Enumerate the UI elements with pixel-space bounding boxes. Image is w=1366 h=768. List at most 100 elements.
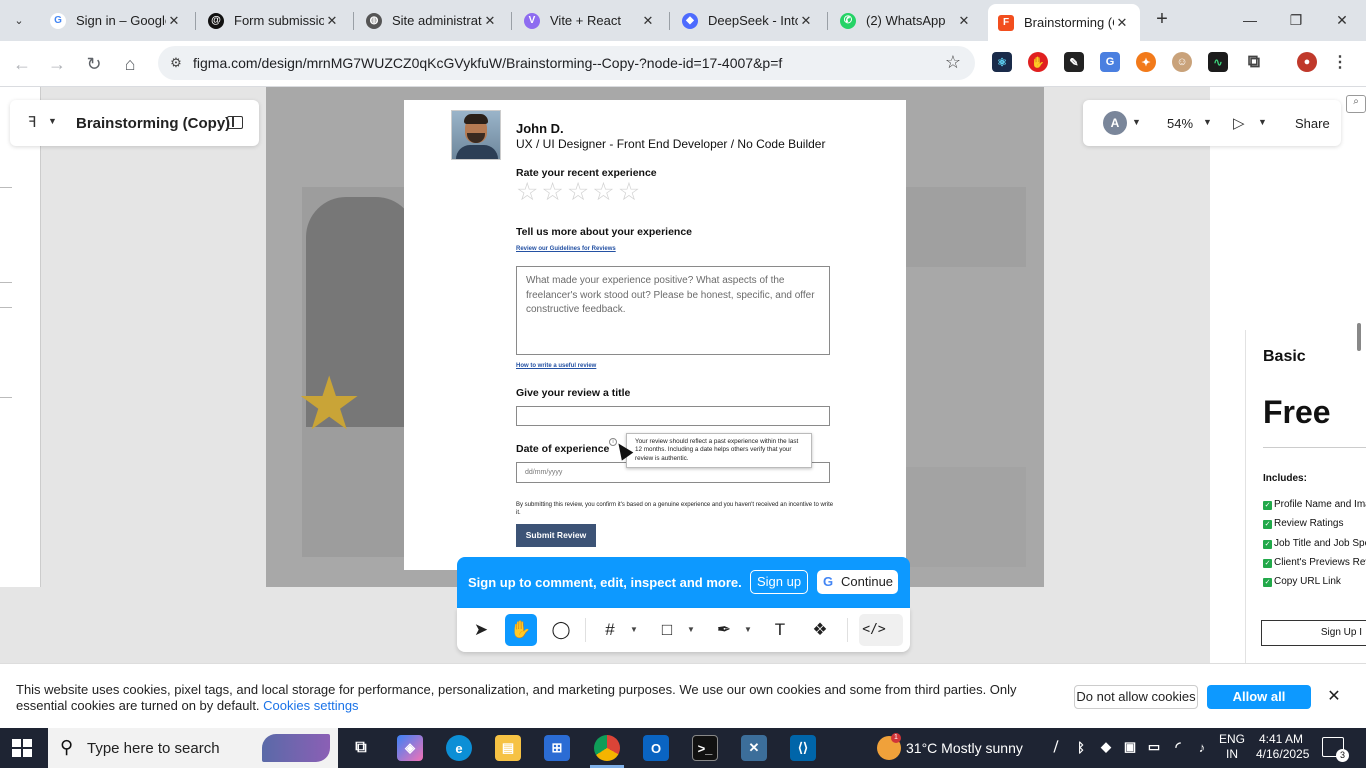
network-app-icon[interactable]: ✕ <box>741 735 767 761</box>
star-outline-icon[interactable]: ☆ <box>592 180 614 205</box>
submit-review-button[interactable]: Submit Review <box>516 524 596 547</box>
hand-tool-icon[interactable]: ✋ <box>505 614 537 646</box>
translate-icon[interactable]: G <box>1100 52 1120 72</box>
tab-site-administration[interactable]: ◍ Site administrati ✕ <box>356 4 508 37</box>
taskbar-search-box[interactable]: ⚲ Type here to search <box>48 728 338 768</box>
address-bar[interactable]: ⚙ figma.com/design/mrnMG7WUZCZ0qKcGVykfu… <box>158 46 975 80</box>
volume-icon[interactable]: ♪ <box>1192 736 1212 758</box>
outlook-icon[interactable]: O <box>643 735 669 761</box>
tab-google-signin[interactable]: G Sign in – Google ✕ <box>40 4 192 37</box>
cookie-settings-link[interactable]: Cookies settings <box>263 698 358 713</box>
text-tool-icon[interactable]: T <box>764 614 796 646</box>
clock[interactable]: 4:41 AM 4/16/2025 <box>1256 732 1309 762</box>
task-view-icon[interactable]: ⧉ <box>348 735 374 761</box>
reload-icon[interactable]: ↻ <box>80 50 108 78</box>
comment-tool-icon[interactable]: ◯ <box>545 614 577 646</box>
mouse-extension-icon[interactable]: ✦ <box>1136 52 1156 72</box>
dev-mode-toggle[interactable]: </> <box>859 614 903 646</box>
react-devtools-icon[interactable]: ⚛ <box>992 52 1012 72</box>
file-title[interactable]: Brainstorming (Copy) <box>76 115 230 132</box>
display-icon[interactable]: ▣ <box>1120 736 1140 758</box>
store-icon[interactable]: ⊞ <box>544 735 570 761</box>
star-outline-icon[interactable]: ☆ <box>567 180 589 205</box>
allow-cookies-button[interactable]: Allow all cookies <box>1207 685 1311 728</box>
weather-text[interactable]: 31°C Mostly sunny <box>906 740 1023 756</box>
minimize-icon[interactable]: — <box>1230 6 1270 34</box>
tab-search-chevron-icon[interactable]: ⌄ <box>6 8 32 32</box>
continue-google-button[interactable]: G Continue <box>817 570 898 594</box>
file-explorer-icon[interactable]: ▤ <box>495 735 521 761</box>
chevron-down-icon[interactable]: ▼ <box>1258 117 1267 127</box>
chevron-down-icon[interactable]: ▼ <box>1203 117 1212 127</box>
chevron-down-icon[interactable]: ▼ <box>744 625 752 634</box>
close-tab-icon[interactable]: ✕ <box>324 13 340 29</box>
restore-icon[interactable]: ❐ <box>1276 6 1316 34</box>
close-icon[interactable]: ✕ <box>1325 686 1343 706</box>
zoom-level[interactable]: 54% <box>1167 116 1193 131</box>
close-tab-icon[interactable]: ✕ <box>798 13 814 29</box>
tab-form-submission[interactable]: @ Form submission ✕ <box>198 4 350 37</box>
useful-review-link[interactable]: How to write a useful review <box>516 363 596 369</box>
search-icon[interactable]: ⌕ <box>1346 95 1366 113</box>
resources-tool-icon[interactable]: ❖ <box>804 614 836 646</box>
rectangle-tool-icon[interactable]: □ <box>651 614 683 646</box>
extension-face-icon[interactable]: ☺ <box>1172 52 1192 72</box>
windows-start-icon[interactable] <box>12 739 32 757</box>
site-info-icon[interactable]: ⚙ <box>166 53 186 73</box>
edge-icon[interactable]: e <box>446 735 472 761</box>
home-icon[interactable]: ⌂ <box>116 50 144 78</box>
language-indicator[interactable]: ENG IN <box>1219 732 1245 762</box>
vscode-icon[interactable]: ⟨⟩ <box>790 735 816 761</box>
move-tool-icon[interactable]: ➤ <box>465 614 497 646</box>
present-play-icon[interactable]: ▷ <box>1233 114 1245 132</box>
wifi-icon[interactable]: ◜ <box>1168 736 1188 758</box>
close-window-icon[interactable]: ✕ <box>1322 6 1362 34</box>
close-tab-icon[interactable]: ✕ <box>956 13 972 29</box>
pen-tool-icon[interactable]: ✒ <box>708 614 740 646</box>
review-textarea[interactable]: What made your experience positive? What… <box>516 266 830 355</box>
bluetooth-icon[interactable]: ᛒ <box>1071 736 1091 758</box>
close-tab-icon[interactable]: ✕ <box>1114 15 1130 31</box>
figma-menu-icon[interactable]: ꟻ <box>28 113 37 131</box>
canvas-scrollbar[interactable] <box>1357 323 1361 351</box>
close-tab-icon[interactable]: ✕ <box>640 13 656 29</box>
search-highlight-image[interactable] <box>262 734 330 762</box>
toggle-sidebar-icon[interactable] <box>227 116 243 129</box>
close-tab-icon[interactable]: ✕ <box>482 13 498 29</box>
bookmark-star-icon[interactable]: ☆ <box>945 52 961 73</box>
user-avatar[interactable]: A <box>1103 111 1127 135</box>
chevron-down-icon[interactable]: ▼ <box>48 116 57 126</box>
forward-icon[interactable]: → <box>43 50 71 78</box>
battery-icon[interactable]: ▭ <box>1144 736 1164 758</box>
pricing-signup-button[interactable]: Sign Up I <box>1261 620 1366 646</box>
extensions-puzzle-icon[interactable]: ⧉ <box>1244 52 1264 72</box>
star-outline-icon[interactable]: ☆ <box>516 180 538 205</box>
weather-icon[interactable]: 1 <box>877 733 901 760</box>
terminal-icon[interactable]: >_ <box>692 735 718 761</box>
review-title-input[interactable] <box>516 406 830 426</box>
tab-brainstorming[interactable]: F Brainstorming (C ✕ <box>988 4 1140 41</box>
back-icon[interactable]: ← <box>8 50 36 78</box>
tab-deepseek[interactable]: ◆ DeepSeek - Into ✕ <box>672 4 824 37</box>
browser-menu-icon[interactable]: ⋮ <box>1330 52 1350 72</box>
notification-center-icon[interactable]: 3 <box>1322 737 1349 762</box>
profile-avatar[interactable]: ● <box>1297 52 1317 72</box>
star-rating[interactable]: ☆ ☆ ☆ ☆ ☆ <box>516 180 640 205</box>
frame-tool-icon[interactable]: # <box>594 614 626 646</box>
chevron-down-icon[interactable]: ▼ <box>1132 117 1141 127</box>
review-form-frame[interactable]: John D. UX / UI Designer - Front End Dev… <box>404 100 906 570</box>
close-tab-icon[interactable]: ✕ <box>166 13 182 29</box>
network-off-icon[interactable]: ⧸ <box>1046 736 1066 758</box>
signup-button[interactable]: Sign up <box>750 570 808 594</box>
deny-cookies-button[interactable]: Do not allow cookies <box>1074 685 1198 709</box>
guidelines-link[interactable]: Review our Guidelines for Reviews <box>516 246 616 252</box>
chevron-down-icon[interactable]: ▼ <box>687 625 695 634</box>
eyedropper-icon[interactable]: ✎ <box>1064 52 1084 72</box>
copilot-icon[interactable]: ◈ <box>397 735 423 761</box>
adblock-icon[interactable]: ✋ <box>1028 52 1048 72</box>
activity-monitor-icon[interactable]: ∿ <box>1208 52 1228 72</box>
new-tab-icon[interactable]: + <box>1150 8 1174 32</box>
defender-icon[interactable]: ◆ <box>1096 736 1116 758</box>
star-outline-icon[interactable]: ☆ <box>618 180 640 205</box>
star-outline-icon[interactable]: ☆ <box>541 180 563 205</box>
